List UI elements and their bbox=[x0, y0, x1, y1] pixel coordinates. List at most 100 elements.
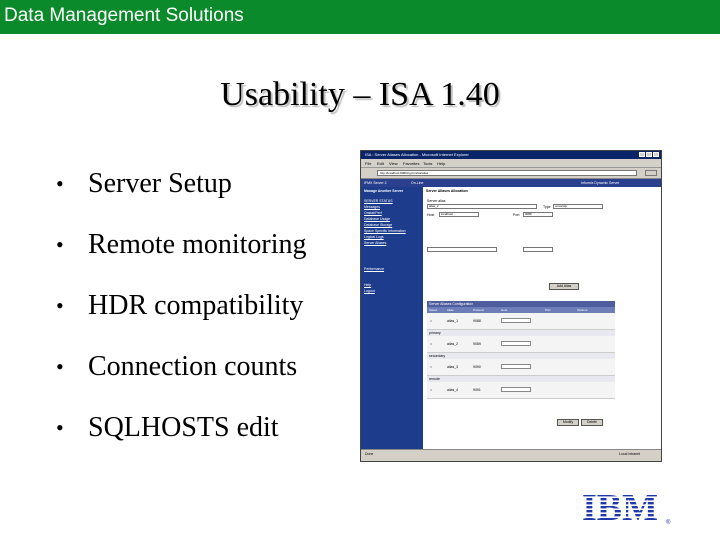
delete-button: Delete bbox=[581, 419, 603, 426]
sidebar-item: Messages bbox=[364, 205, 380, 209]
menu-tools: Tools bbox=[423, 161, 433, 166]
group-label: primary bbox=[429, 331, 441, 335]
table-row: ○ alias_3 9090 bbox=[427, 359, 615, 376]
sidebar-item: Space Specific Information bbox=[364, 229, 406, 233]
column-header: Host bbox=[501, 308, 508, 312]
app-header: IFMX Server 2 On-Line Informix Dynamic S… bbox=[361, 179, 661, 187]
sidebar-item: Logout bbox=[364, 289, 375, 293]
browser-menu-bar: File Edit View Favorites Tools Help bbox=[361, 159, 661, 168]
group-label: remote bbox=[429, 377, 440, 381]
column-header: Select bbox=[429, 308, 438, 312]
field-label: Server alias bbox=[427, 199, 446, 203]
window-controls bbox=[639, 152, 659, 157]
bullet-text: Remote monitoring bbox=[88, 229, 307, 260]
bullet-text: SQLHOSTS edit bbox=[88, 412, 279, 443]
row-port: 9090 bbox=[473, 365, 481, 369]
bullet-dot-icon: • bbox=[56, 171, 64, 196]
maximize-icon bbox=[646, 152, 652, 157]
status-text: Done bbox=[365, 452, 374, 456]
radio-icon: ○ bbox=[430, 365, 433, 369]
column-header: Options bbox=[577, 308, 588, 312]
secondary-alias-field bbox=[427, 247, 497, 252]
bullet-dot-icon: • bbox=[56, 415, 64, 440]
minimize-icon bbox=[639, 152, 645, 157]
row-alias: alias_2 bbox=[447, 342, 459, 346]
isa-content: Server Aliases Allocation Server alias a… bbox=[423, 187, 661, 449]
logo-text: IBM bbox=[582, 490, 658, 526]
close-icon bbox=[653, 152, 659, 157]
row-alias: alias_3 bbox=[447, 365, 459, 369]
bullet-list: • Server Setup • Remote monitoring • HDR co… bbox=[56, 168, 307, 473]
field-label: Host bbox=[427, 213, 435, 217]
bullet-item: • Remote monitoring bbox=[56, 229, 307, 290]
menu-edit: Edit bbox=[377, 161, 384, 166]
sidebar-item: SERVER STATUS bbox=[364, 199, 393, 203]
field-label: Type bbox=[543, 205, 551, 209]
row-cell bbox=[501, 318, 531, 323]
row-port: 9088 bbox=[473, 319, 481, 323]
banner-text: Data Management Solutions bbox=[4, 5, 244, 26]
browser-status-bar: Done Local intranet bbox=[361, 449, 661, 461]
product-name: Informix Dynamic Server bbox=[581, 181, 620, 185]
column-header: Protocol bbox=[473, 308, 485, 312]
sidebar-item: Performance bbox=[364, 267, 385, 271]
header-banner: Data Management Solutions bbox=[0, 0, 720, 34]
secondary-port-field bbox=[523, 247, 553, 252]
group-label: secondary bbox=[429, 354, 446, 358]
sidebar-item: Database Storage bbox=[364, 223, 393, 227]
registered-mark-icon: ® bbox=[666, 519, 671, 526]
isa-sidebar: Manage Another Server SERVER STATUS Mess… bbox=[361, 187, 423, 449]
add-alias-button: Add Alias bbox=[549, 283, 579, 290]
column-header: Port bbox=[545, 308, 551, 312]
menu-file: File bbox=[365, 161, 372, 166]
menu-help: Help bbox=[437, 161, 446, 166]
row-cell bbox=[501, 387, 531, 392]
menu-view: View bbox=[389, 161, 398, 166]
address-field: http://localhost:8080/cgi-bin/isa/alias bbox=[377, 170, 637, 176]
sidebar-item: Logical Logs bbox=[364, 235, 384, 239]
bullet-text: Connection counts bbox=[88, 351, 298, 382]
row-cell bbox=[501, 364, 531, 369]
help-text-block bbox=[427, 221, 577, 237]
zone-text: Local intranet bbox=[619, 452, 641, 456]
bullet-item: • HDR compatibility bbox=[56, 290, 307, 351]
ibm-logo: IBM ® bbox=[582, 490, 671, 526]
radio-icon: ○ bbox=[430, 388, 433, 392]
slide-title: Usability – ISA 1.40 bbox=[220, 76, 500, 113]
row-alias: alias_1 bbox=[447, 319, 459, 323]
address-bar: http://localhost:8080/cgi-bin/isa/alias bbox=[361, 168, 661, 179]
browser-title-bar: ISA : Server Aliases Allocation - Micros… bbox=[361, 151, 661, 159]
field-label: Port bbox=[513, 213, 520, 217]
sidebar-heading: Manage Another Server bbox=[364, 189, 404, 193]
type-field: onsoctcp bbox=[553, 204, 603, 209]
sidebar-item: Help bbox=[364, 283, 372, 287]
row-cell bbox=[501, 341, 531, 346]
server-name: IFMX Server 2 bbox=[364, 181, 387, 185]
row-alias: alias_4 bbox=[447, 388, 459, 392]
window-title: ISA : Server Aliases Allocation - Micros… bbox=[365, 152, 469, 157]
sidebar-item: Onstat/Perf bbox=[364, 211, 382, 215]
menu-favorites: Favorites bbox=[403, 161, 420, 166]
bullet-text: Server Setup bbox=[88, 168, 232, 199]
table-row: ○ alias_4 9091 bbox=[427, 382, 615, 399]
host-field: localhost bbox=[439, 212, 479, 217]
column-header: Alias bbox=[447, 308, 454, 312]
table-row: ○ alias_2 9089 bbox=[427, 336, 615, 353]
bullet-item: • Server Setup bbox=[56, 168, 307, 229]
table-title: Server Aliases Configuration bbox=[429, 302, 474, 306]
bullet-dot-icon: • bbox=[56, 293, 64, 318]
server-mode: On-Line bbox=[411, 181, 424, 185]
modify-button: Modify bbox=[557, 419, 579, 426]
alias-field: alias_2 bbox=[427, 204, 537, 209]
bullet-dot-icon: • bbox=[56, 354, 64, 379]
row-port: 9089 bbox=[473, 342, 481, 346]
port-field: 9088 bbox=[523, 212, 553, 217]
bullet-text: HDR compatibility bbox=[88, 290, 304, 321]
embedded-browser-screenshot: ISA : Server Aliases Allocation - Micros… bbox=[360, 150, 662, 462]
bullet-dot-icon: • bbox=[56, 232, 64, 257]
go-button bbox=[645, 170, 657, 176]
sidebar-item: Server Aliases bbox=[364, 241, 387, 245]
table-row: ○ alias_1 9088 bbox=[427, 313, 615, 330]
radio-icon: ○ bbox=[430, 319, 433, 323]
radio-icon: ○ bbox=[430, 342, 433, 346]
